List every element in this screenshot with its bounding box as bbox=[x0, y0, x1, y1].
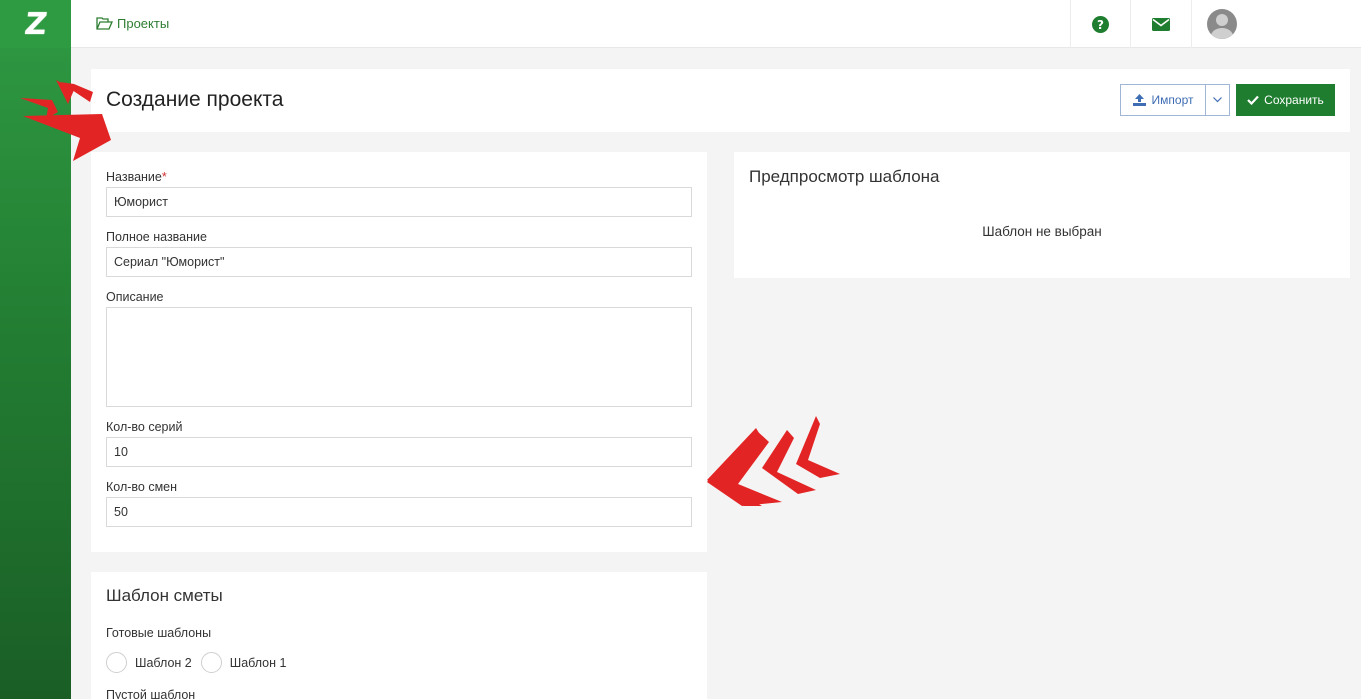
template-preview-card: Предпросмотр шаблона Шаблон не выбран bbox=[734, 152, 1350, 278]
page-header: Создание проекта Импорт Сохранить bbox=[91, 69, 1350, 132]
red-chevron-arrow-icon bbox=[707, 416, 840, 506]
fullname-label: Полное название bbox=[106, 230, 207, 244]
description-label: Описание bbox=[106, 290, 164, 304]
radio-button[interactable] bbox=[106, 652, 127, 673]
import-dropdown-button[interactable] bbox=[1205, 84, 1230, 116]
red-chevron-arrow-icon bbox=[20, 80, 111, 161]
top-bar: Проекты ? bbox=[71, 0, 1361, 48]
series-count-label: Кол-во серий bbox=[106, 420, 183, 434]
import-label: Импорт bbox=[1151, 93, 1194, 107]
svg-text:?: ? bbox=[1097, 18, 1104, 32]
user-menu-button[interactable] bbox=[1191, 0, 1251, 48]
fullname-input[interactable] bbox=[106, 247, 692, 277]
project-form-card: Название* Полное название Описание Кол-в… bbox=[91, 152, 707, 552]
check-icon bbox=[1247, 95, 1259, 105]
breadcrumb-projects[interactable]: Проекты bbox=[117, 16, 169, 31]
template-option-label: Шаблон 2 bbox=[135, 655, 192, 670]
messages-button[interactable] bbox=[1130, 0, 1191, 48]
logo-text: Z bbox=[22, 6, 49, 42]
chevron-down-icon bbox=[1213, 97, 1222, 103]
preview-empty-text: Шаблон не выбран bbox=[982, 224, 1102, 239]
radio-button[interactable] bbox=[200, 652, 222, 673]
ready-templates-label: Готовые шаблоны bbox=[106, 626, 212, 640]
help-button[interactable]: ? bbox=[1070, 0, 1130, 48]
save-button[interactable]: Сохранить bbox=[1236, 84, 1335, 116]
template-option-label: Шаблон 1 bbox=[229, 655, 287, 670]
page-title: Создание проекта bbox=[106, 88, 284, 111]
estimate-title: Шаблон сметы bbox=[106, 586, 223, 605]
required-mark: * bbox=[161, 170, 167, 184]
breadcrumb[interactable]: Проекты bbox=[96, 16, 169, 31]
app-logo[interactable]: Z bbox=[0, 0, 71, 48]
name-label-text: Название bbox=[106, 170, 162, 184]
description-textarea[interactable] bbox=[106, 307, 692, 407]
import-button[interactable]: Импорт bbox=[1120, 84, 1206, 116]
shifts-count-input[interactable] bbox=[106, 497, 692, 527]
name-input[interactable] bbox=[106, 187, 692, 217]
estimate-template-card: Шаблон сметы Готовые шаблоны Шаблон 2 Ша… bbox=[91, 572, 707, 699]
envelope-icon bbox=[1152, 17, 1170, 31]
template-option[interactable]: Шаблон 1 bbox=[200, 652, 287, 673]
series-count-input[interactable] bbox=[106, 437, 692, 467]
upload-icon bbox=[1132, 94, 1146, 106]
template-option[interactable]: Шаблон 2 bbox=[106, 652, 192, 673]
avatar bbox=[1206, 9, 1237, 39]
preview-title: Предпросмотр шаблона bbox=[749, 167, 940, 186]
name-label: Название* bbox=[106, 170, 167, 184]
question-circle-icon: ? bbox=[1092, 15, 1109, 33]
folder-open-icon bbox=[96, 17, 113, 30]
save-label: Сохранить bbox=[1264, 93, 1324, 107]
template-radio-group: Шаблон 2 Шаблон 1 bbox=[106, 652, 286, 673]
empty-template-label: Пустой шаблон bbox=[106, 688, 196, 699]
shifts-count-label: Кол-во смен bbox=[106, 480, 178, 494]
